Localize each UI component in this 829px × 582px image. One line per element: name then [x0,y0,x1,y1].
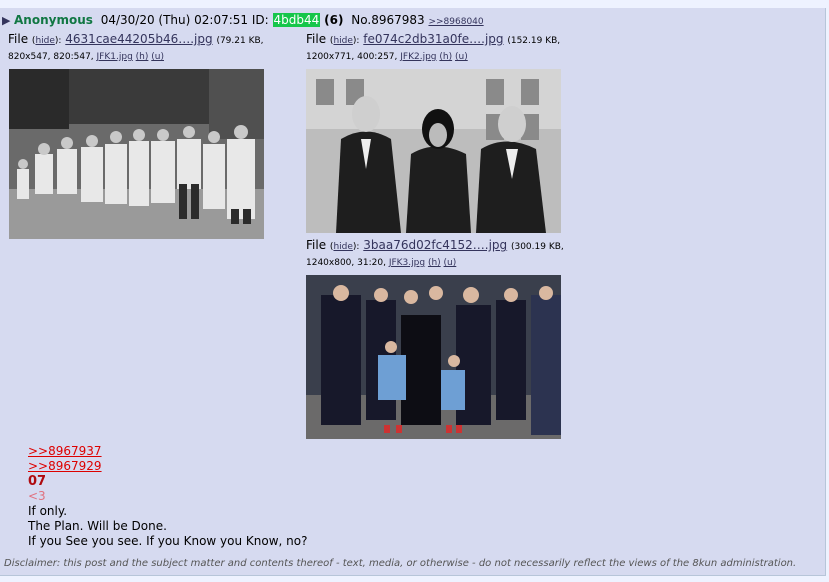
reply-count: (6) [324,13,344,27]
body-line: If you See you see. If you Know you Know… [28,534,308,548]
file-size: (79.21 KB, [216,36,264,46]
hide-link[interactable]: hide [333,36,352,46]
original-filename-link[interactable]: JFK3.jpg [389,258,425,268]
quote-link[interactable]: >>8967937 [28,444,307,459]
post-body: >>8967937 >>8967929 07 <3 If only. The P… [28,444,307,549]
body-line: The Plan. Will be Done. [28,519,167,533]
u-link[interactable]: (u) [455,52,468,62]
poster-name: Anonymous [14,13,93,27]
post-datetime: 04/30/20 (Thu) 02:07:51 [100,13,249,27]
post-number-link[interactable]: No.8967983 [351,13,424,27]
hide-link[interactable]: hide [35,36,54,46]
file-size: (300.19 KB, [510,242,564,252]
file-info-2: File (hide): fe074c2db31a0fe….jpg (152.1… [306,32,561,62]
post-container: ▶ Anonymous 04/30/20 (Thu) 02:07:51 ID: 4… [0,8,826,576]
file-info-3: File (hide): 3baa76d02fc4152….jpg (300.1… [306,238,564,268]
file-label: File [306,238,327,252]
quote-link[interactable]: >>8967929 [28,459,307,474]
u-link[interactable]: (u) [151,52,164,62]
original-filename-link[interactable]: JFK1.jpg [97,52,133,62]
file-size: (152.19 KB, [507,36,561,46]
file-info-1: File (hide): 4631cae44205b46….jpg (79.21… [8,32,264,62]
file-name-link[interactable]: fe074c2db31a0fe….jpg [363,32,503,46]
id-label: ID: [251,13,269,27]
file-name-link[interactable]: 4631cae44205b46….jpg [65,32,212,46]
file-label: File [8,32,29,46]
post-intro: ▶ Anonymous 04/30/20 (Thu) 02:07:51 ID: 4… [2,12,484,30]
file-name-link[interactable]: 3baa76d02fc4152….jpg [363,238,507,252]
u-link[interactable]: (u) [444,258,457,268]
file-dims: 820x547, 820:547, [8,52,94,62]
hide-link[interactable]: hide [333,242,352,252]
disclaimer: Disclaimer: this post and the subject ma… [4,558,797,569]
poster-id[interactable]: 4bdb44 [272,13,321,27]
h-link[interactable]: (h) [428,258,441,268]
h-link[interactable]: (h) [136,52,149,62]
backlink[interactable]: >>8968040 [428,17,483,27]
file-dims: 1200x771, 400:257, [306,52,398,62]
post-menu-arrow-icon[interactable]: ▶ [2,13,14,29]
image-thumbnail-2[interactable] [306,69,561,233]
image-thumbnail-1[interactable] [9,69,264,239]
original-filename-link[interactable]: JFK2.jpg [400,52,436,62]
image-thumbnail-3[interactable] [306,275,561,439]
file-label: File [306,32,327,46]
body-line: If only. [28,504,68,518]
h-link[interactable]: (h) [439,52,452,62]
red-heading-text: 07 [28,474,47,489]
pink-text: <3 [28,489,46,503]
file-dims: 1240x800, 31:20, [306,258,386,268]
